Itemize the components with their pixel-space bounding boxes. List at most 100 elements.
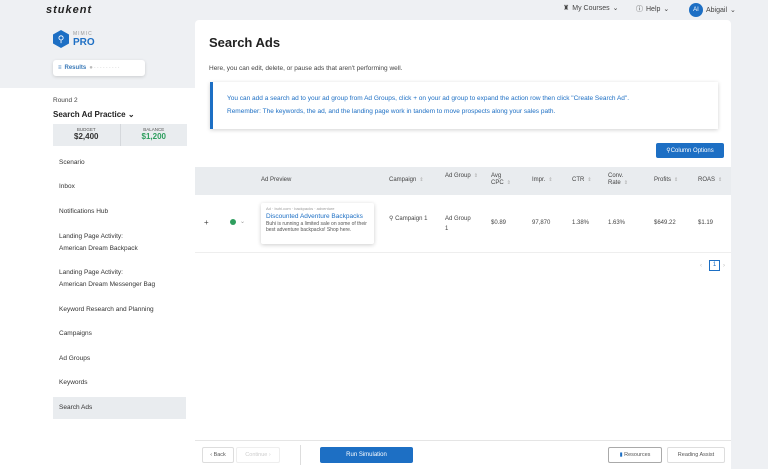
- info-callout: You can add a search ad to your ad group…: [210, 82, 718, 129]
- sidebar-item-scenario[interactable]: Scenario: [53, 157, 186, 169]
- stukent-logo: stukent: [46, 4, 93, 16]
- page-title: Search Ads: [209, 35, 281, 50]
- sidebar-item-inbox[interactable]: Inbox: [53, 181, 186, 193]
- simulation-selector[interactable]: Search Ad Practice ⌄: [53, 110, 135, 119]
- mimic-pro-logo: ⚲ MIMIC PRO: [53, 30, 95, 48]
- chevron-down-icon: ⌄: [612, 5, 619, 12]
- col-campaign[interactable]: Campaign ⇕: [389, 177, 424, 184]
- col-label: ROAS: [698, 177, 716, 183]
- help-label: Help: [646, 5, 661, 13]
- footer-divider: [195, 440, 731, 441]
- sidebar-item-landing-page-backpack[interactable]: Landing Page Activity: American Dream Bac…: [53, 231, 186, 255]
- back-button[interactable]: ‹ Back: [202, 447, 234, 463]
- progress-dots: ●·········: [89, 65, 121, 71]
- sort-icon: ⇕: [623, 180, 628, 186]
- nav-sub-label: American Dream Backpack: [59, 245, 138, 252]
- profits-cell: $649.22: [654, 220, 676, 226]
- continue-button[interactable]: Continue ›: [236, 447, 280, 463]
- col-label: Conv. Rate: [608, 173, 624, 186]
- col-ad-preview[interactable]: Ad Preview: [261, 177, 291, 184]
- sort-icon: ⇕: [674, 177, 679, 183]
- status-dot[interactable]: [230, 219, 236, 225]
- chevron-down-icon: ⌄: [663, 6, 670, 13]
- col-ctr[interactable]: CTR ⇕: [572, 177, 592, 184]
- chevron-down-icon: ⌄: [730, 7, 736, 14]
- budget-value: $2,400: [74, 132, 99, 141]
- sidebar-item-campaigns[interactable]: Campaigns: [53, 328, 186, 340]
- sort-icon: ⇕: [718, 177, 723, 183]
- col-roas[interactable]: ROAS ⇕: [698, 177, 722, 184]
- courses-icon: ♜: [563, 5, 570, 12]
- sort-icon: ⇕: [473, 173, 478, 179]
- col-label: Avg CPC: [491, 173, 504, 186]
- page-subtitle: Here, you can edit, delete, or pause ads…: [209, 65, 403, 72]
- sidebar-item-keyword-research[interactable]: Keyword Research and Planning: [53, 304, 186, 316]
- column-options-button[interactable]: ⚲ Column Options: [656, 143, 724, 158]
- col-conv-rate[interactable]: Conv. Rate ⇕: [608, 173, 640, 187]
- conv-rate-cell: 1.63%: [608, 220, 626, 226]
- nav-label: Landing Page Activity:: [59, 269, 123, 276]
- info-line-1: You can add a search ad to your ad group…: [227, 95, 630, 102]
- page-1-button[interactable]: 1: [709, 260, 720, 271]
- footer-separator: [300, 445, 301, 465]
- results-label: Results: [64, 65, 87, 71]
- ad-url: Ad · buhi.com · backpacks · adventure: [266, 206, 335, 211]
- impr-cell: 97,870: [532, 220, 551, 226]
- simulation-title: Search Ad Practice: [53, 110, 126, 119]
- sidebar-item-landing-page-messenger[interactable]: Landing Page Activity: American Dream Mes…: [53, 267, 186, 291]
- resources-label: Resources: [624, 452, 651, 458]
- col-profits[interactable]: Profits ⇕: [654, 177, 678, 184]
- col-ad-group[interactable]: Ad Group ⇕: [445, 173, 479, 180]
- col-impr[interactable]: Impr. ⇕: [532, 177, 553, 184]
- nav-label: Landing Page Activity:: [59, 233, 123, 240]
- ctr-cell: 1.38%: [572, 220, 590, 226]
- campaign-value: Campaign 1: [395, 216, 428, 222]
- my-courses-menu[interactable]: ♜ My Courses ⌄: [563, 4, 619, 13]
- campaign-cell[interactable]: ⚲ Campaign 1: [389, 214, 434, 224]
- prev-page-icon[interactable]: ‹: [700, 263, 702, 270]
- sort-icon: ⇕: [506, 180, 511, 186]
- user-menu[interactable]: AI Abigail ⌄: [689, 3, 736, 17]
- row-divider: [195, 252, 731, 253]
- user-name: Abigail: [706, 6, 728, 14]
- sidebar-item-search-ads[interactable]: Search Ads: [53, 397, 186, 419]
- info-line-2: Remember: The keywords, the ad, and the …: [227, 108, 556, 115]
- sort-icon: ⇕: [587, 177, 592, 183]
- balance-value: $1,200: [141, 132, 166, 141]
- list-icon: ≡: [58, 65, 62, 71]
- results-button[interactable]: ≡ Results ●·········: [53, 60, 145, 76]
- sidebar-item-ad-groups[interactable]: Ad Groups: [53, 353, 186, 365]
- my-courses-label: My Courses: [572, 4, 610, 12]
- col-label: CTR: [572, 177, 585, 183]
- sidebar-item-notifications-hub[interactable]: Notifications Hub: [53, 206, 186, 218]
- status-dropdown-icon[interactable]: ⌄: [240, 219, 245, 226]
- run-simulation-button[interactable]: Run Simulation: [320, 447, 413, 463]
- col-avg-cpc[interactable]: Avg CPC ⇕: [491, 173, 521, 187]
- sidebar-item-keywords[interactable]: Keywords: [53, 377, 186, 389]
- roas-cell: $1.19: [698, 220, 714, 226]
- magnifier-logo-icon: ⚲: [53, 30, 69, 48]
- col-label: Profits: [654, 177, 672, 183]
- col-label: Impr.: [532, 177, 546, 183]
- help-menu[interactable]: ⓘ Help ⌄: [636, 4, 669, 14]
- brand-large: PRO: [73, 36, 95, 48]
- sort-icon: ⇕: [419, 177, 424, 183]
- budget-panel: BUDGET $2,400 BALANCE $1,200: [53, 124, 187, 146]
- resources-button[interactable]: ▮ Resources: [608, 447, 662, 463]
- column-options-label: Column Options: [670, 147, 714, 154]
- reading-assist-button[interactable]: Reading Assist: [667, 447, 725, 463]
- chevron-down-icon: ⌄: [127, 110, 135, 119]
- avg-cpc-cell: $0.89: [491, 220, 507, 226]
- next-page-icon[interactable]: ›: [723, 263, 725, 270]
- ad-headline: Discounted Adventure Backpacks: [266, 213, 363, 220]
- ad-preview-card[interactable]: Ad · buhi.com · backpacks · adventure Di…: [261, 203, 374, 244]
- brand-small: MIMIC: [73, 30, 93, 37]
- col-label: Campaign: [389, 177, 417, 183]
- avatar: AI: [689, 3, 703, 17]
- sort-icon: ⇕: [548, 177, 553, 183]
- nav-sub-label: American Dream Messenger Bag: [59, 281, 156, 288]
- col-label: Ad Group: [445, 173, 471, 179]
- round-label: Round 2: [53, 97, 78, 104]
- ad-group-cell: Ad Group 1: [445, 216, 471, 232]
- expand-row-button[interactable]: +: [204, 219, 209, 227]
